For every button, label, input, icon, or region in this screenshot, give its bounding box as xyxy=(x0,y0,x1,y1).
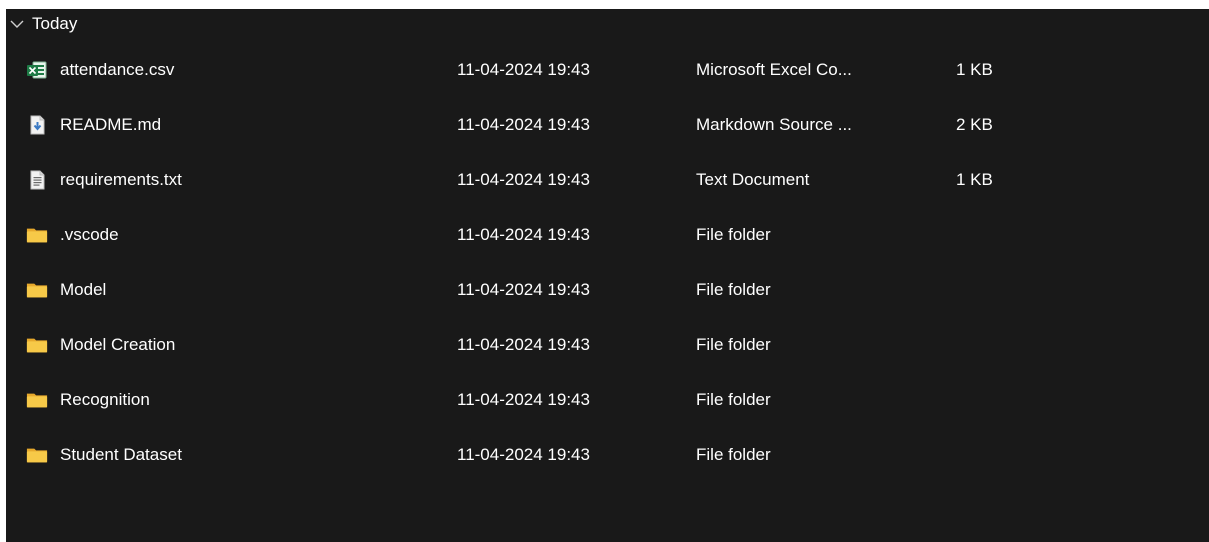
file-type: File folder xyxy=(696,444,771,464)
file-date: 11-04-2024 19:43 xyxy=(457,334,590,354)
file-name: Model xyxy=(60,279,107,299)
file-date: 11-04-2024 19:43 xyxy=(457,224,590,244)
file-row[interactable]: .vscode 11-04-2024 19:43 File folder xyxy=(6,207,1209,262)
file-name: attendance.csv xyxy=(60,59,175,79)
file-name: README.md xyxy=(60,114,162,134)
file-date: 11-04-2024 19:43 xyxy=(457,169,590,189)
file-name: Recognition xyxy=(60,389,150,409)
file-name-cell[interactable]: Model Creation xyxy=(26,334,175,356)
file-type: Microsoft Excel Co... xyxy=(696,59,852,79)
file-name-cell[interactable]: requirements.txt xyxy=(26,169,182,191)
file-row[interactable]: Model 11-04-2024 19:43 File folder xyxy=(6,262,1209,317)
chevron-down-icon[interactable] xyxy=(8,15,26,33)
group-header-label: Today xyxy=(32,14,78,33)
file-name-cell[interactable]: Student Dataset xyxy=(26,444,182,466)
folder-icon xyxy=(26,224,48,246)
folder-icon xyxy=(26,389,48,411)
file-name-cell[interactable]: Model xyxy=(26,279,106,301)
file-row[interactable]: Model Creation 11-04-2024 19:43 File fol… xyxy=(6,317,1209,372)
file-date: 11-04-2024 19:43 xyxy=(457,444,590,464)
file-size: 1 KB xyxy=(956,59,993,79)
excel-file-icon xyxy=(26,59,48,81)
file-name-cell[interactable]: Recognition xyxy=(26,389,150,411)
file-type: File folder xyxy=(696,389,771,409)
file-row[interactable]: Recognition 11-04-2024 19:43 File folder xyxy=(6,372,1209,427)
folder-icon xyxy=(26,444,48,466)
file-row[interactable]: requirements.txt 11-04-2024 19:43 Text D… xyxy=(6,152,1209,207)
file-list: attendance.csv 11-04-2024 19:43 Microsof… xyxy=(6,42,1209,482)
file-size: 2 KB xyxy=(956,114,993,134)
group-header-today[interactable]: Today xyxy=(6,9,77,39)
file-name-cell[interactable]: .vscode xyxy=(26,224,119,246)
file-date: 11-04-2024 19:43 xyxy=(457,59,590,79)
file-type: Text Document xyxy=(696,169,810,189)
file-type: File folder xyxy=(696,334,771,354)
file-name-cell[interactable]: README.md xyxy=(26,114,161,136)
file-type: Markdown Source ... xyxy=(696,114,852,134)
file-date: 11-04-2024 19:43 xyxy=(457,114,590,134)
file-type: File folder xyxy=(696,279,771,299)
file-name: .vscode xyxy=(60,224,119,244)
folder-icon xyxy=(26,279,48,301)
file-row[interactable]: attendance.csv 11-04-2024 19:43 Microsof… xyxy=(6,42,1209,97)
text-file-icon xyxy=(26,169,48,191)
file-explorer-list: Today attendance.csv 11-04-2024 19:43 Mi… xyxy=(6,9,1209,542)
file-name: Model Creation xyxy=(60,334,176,354)
file-name-cell[interactable]: attendance.csv xyxy=(26,59,174,81)
file-row[interactable]: Student Dataset 11-04-2024 19:43 File fo… xyxy=(6,427,1209,482)
file-date: 11-04-2024 19:43 xyxy=(457,279,590,299)
file-size: 1 KB xyxy=(956,169,993,189)
file-name: requirements.txt xyxy=(60,169,182,189)
file-row[interactable]: README.md 11-04-2024 19:43 Markdown Sour… xyxy=(6,97,1209,152)
file-name: Student Dataset xyxy=(60,444,182,464)
file-date: 11-04-2024 19:43 xyxy=(457,389,590,409)
markdown-file-icon xyxy=(26,114,48,136)
folder-icon xyxy=(26,334,48,356)
file-type: File folder xyxy=(696,224,771,244)
